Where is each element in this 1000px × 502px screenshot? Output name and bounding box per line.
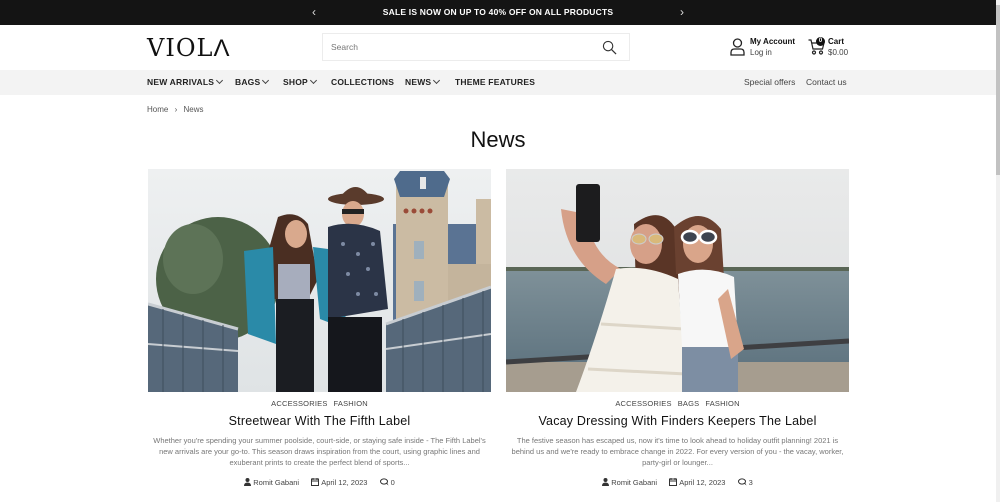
nav-item-news[interactable]: NEWS bbox=[405, 70, 441, 95]
chevron-down-icon bbox=[433, 76, 441, 85]
nav-item-shop[interactable]: SHOP bbox=[283, 70, 317, 95]
article-card: ACCESSORIES BAGS FASHION Vacay Dressing Wi… bbox=[506, 169, 849, 487]
nav-label: NEW ARRIVALS bbox=[147, 77, 215, 87]
cart-count-badge: 0 bbox=[816, 37, 825, 46]
article-card: ACCESSORIES FASHION Streetwear With The F… bbox=[148, 169, 491, 487]
contact-us-link[interactable]: Contact us bbox=[806, 70, 847, 95]
breadcrumb-current: News bbox=[183, 105, 204, 114]
chevron-down-icon bbox=[262, 76, 270, 85]
article-comments[interactable]: 0 bbox=[379, 477, 395, 487]
comments-count: 0 bbox=[390, 477, 395, 487]
date-text: April 12, 2023 bbox=[321, 477, 368, 487]
article-tags: ACCESSORIES BAGS FASHION bbox=[506, 399, 849, 408]
special-offers-link[interactable]: Special offers bbox=[744, 70, 795, 95]
nav-label: NEWS bbox=[405, 77, 432, 87]
scrollbar-thumb[interactable] bbox=[996, 5, 1000, 175]
nav-item-collections[interactable]: COLLECTIONS bbox=[331, 70, 394, 95]
nav-item-bags[interactable]: BAGS bbox=[235, 70, 270, 95]
date-text: April 12, 2023 bbox=[679, 477, 726, 487]
user-icon bbox=[730, 38, 745, 56]
comments-icon bbox=[379, 477, 389, 486]
tag-link[interactable]: ACCESSORIES bbox=[615, 399, 671, 408]
announcement-bar: ‹ SALE IS NOW ON UP TO 40% OFF ON ALL PR… bbox=[0, 0, 996, 25]
calendar-icon bbox=[669, 477, 678, 486]
comments-icon bbox=[737, 477, 747, 486]
tag-link[interactable]: FASHION bbox=[705, 399, 739, 408]
account-title: My Account bbox=[750, 37, 796, 46]
article-meta: Romit Gabani April 12, 2023 0 bbox=[148, 477, 491, 487]
comments-count: 3 bbox=[748, 477, 753, 487]
article-image[interactable] bbox=[506, 169, 849, 392]
article-date: April 12, 2023 bbox=[669, 477, 726, 487]
calendar-icon bbox=[311, 477, 320, 486]
chevron-down-icon bbox=[309, 76, 317, 85]
logo-last-letter: Λ bbox=[213, 35, 231, 62]
announcement-next-arrow-icon[interactable]: › bbox=[675, 0, 689, 24]
article-meta: Romit Gabani April 12, 2023 3 bbox=[506, 477, 849, 487]
nav-label: BAGS bbox=[235, 77, 261, 87]
breadcrumb-separator-icon: › bbox=[174, 105, 178, 114]
login-link[interactable]: Log in bbox=[750, 48, 772, 57]
announcement-message: SALE IS NOW ON UP TO 40% OFF ON ALL PROD… bbox=[382, 7, 614, 17]
nav-label: SHOP bbox=[283, 77, 308, 87]
nav-item-new-arrivals[interactable]: NEW ARRIVALS bbox=[147, 70, 224, 95]
cart-title: Cart bbox=[828, 37, 845, 46]
nav-item-theme-features[interactable]: THEME FEATURES bbox=[455, 70, 535, 95]
tag-link[interactable]: FASHION bbox=[334, 399, 368, 408]
site-header: VIOLΛ My Account Log in 0 Cart $0.00 bbox=[0, 25, 996, 70]
logo-text: VIOL bbox=[147, 34, 214, 62]
article-tags: ACCESSORIES FASHION bbox=[148, 399, 491, 408]
chevron-down-icon bbox=[216, 76, 224, 85]
author-name: Romit Gabani bbox=[253, 477, 300, 487]
cart-total: $0.00 bbox=[828, 48, 849, 57]
search-input[interactable] bbox=[331, 34, 591, 60]
author-name: Romit Gabani bbox=[611, 477, 658, 487]
article-title[interactable]: Vacay Dressing With Finders Keepers The … bbox=[506, 414, 849, 428]
article-excerpt: The festive season has escaped us, now i… bbox=[511, 436, 844, 467]
tag-link[interactable]: ACCESSORIES bbox=[271, 399, 327, 408]
author-icon bbox=[602, 477, 610, 486]
site-logo[interactable]: VIOLΛ bbox=[147, 35, 230, 62]
article-image-illustration bbox=[148, 169, 491, 392]
article-author: Romit Gabani bbox=[244, 477, 300, 487]
page-scrollbar[interactable] bbox=[996, 0, 1000, 502]
author-icon bbox=[244, 477, 252, 486]
article-author: Romit Gabani bbox=[602, 477, 658, 487]
article-date: April 12, 2023 bbox=[311, 477, 368, 487]
article-comments[interactable]: 3 bbox=[737, 477, 753, 487]
article-image[interactable] bbox=[148, 169, 491, 392]
page-title: News bbox=[470, 127, 526, 152]
main-nav: NEW ARRIVALS BAGS SHOP COLLECTIONS NEWS … bbox=[0, 70, 996, 95]
article-title[interactable]: Streetwear With The Fifth Label bbox=[148, 414, 491, 428]
tag-link[interactable]: BAGS bbox=[678, 399, 700, 408]
nav-label: COLLECTIONS bbox=[331, 77, 395, 87]
article-excerpt: Whether you're spending your summer pool… bbox=[153, 436, 486, 467]
search-icon[interactable] bbox=[602, 40, 617, 55]
search-box bbox=[322, 33, 630, 61]
breadcrumb-home[interactable]: Home bbox=[147, 105, 168, 114]
article-image-illustration bbox=[506, 169, 849, 392]
breadcrumb: Home › News bbox=[147, 105, 208, 114]
nav-label: THEME FEATURES bbox=[455, 77, 536, 87]
